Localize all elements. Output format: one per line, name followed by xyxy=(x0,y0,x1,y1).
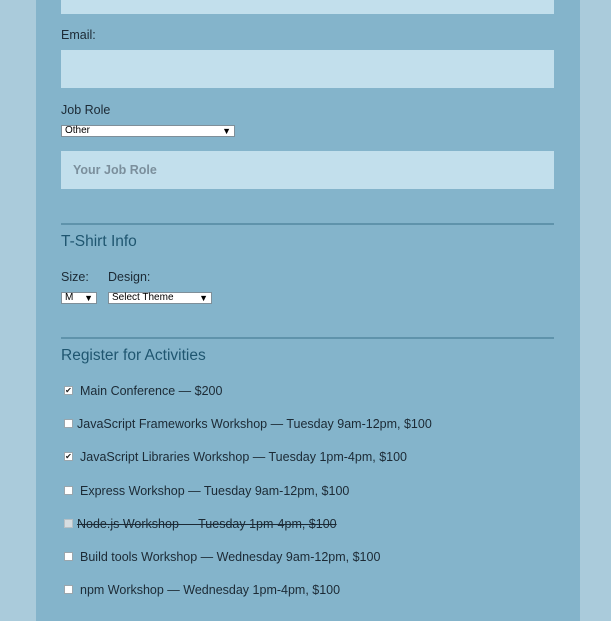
activity-checkbox xyxy=(64,519,73,528)
section-divider xyxy=(61,223,554,225)
design-select[interactable]: Select Theme ▼ xyxy=(108,292,212,304)
job-role-select[interactable]: Other ▼ xyxy=(61,125,235,137)
activity-checkbox[interactable] xyxy=(64,486,73,495)
size-label: Size: xyxy=(61,270,89,284)
design-label: Design: xyxy=(108,270,151,284)
design-selected: Select Theme xyxy=(112,292,174,303)
job-role-field[interactable] xyxy=(61,151,554,189)
activity-checkbox[interactable] xyxy=(64,419,73,428)
activity-checkbox[interactable] xyxy=(64,585,73,594)
section-divider xyxy=(61,337,554,339)
activity-checkbox[interactable] xyxy=(64,552,73,561)
triangle-down-icon: ▼ xyxy=(222,126,231,136)
job-role-label: Job Role xyxy=(61,103,111,117)
triangle-down-icon: ▼ xyxy=(84,293,93,303)
email-field[interactable] xyxy=(61,50,554,88)
size-selected: M xyxy=(65,292,74,303)
activity-label: Node.js Workshop — Tuesday 1pm-4pm, $100 xyxy=(77,517,337,531)
activity-checkbox[interactable]: ✔ xyxy=(64,452,73,461)
activity-checkbox[interactable]: ✔ xyxy=(64,386,73,395)
activity-label: npm Workshop — Wednesday 1pm-4pm, $100 xyxy=(80,583,341,597)
activity-label: Express Workshop — Tuesday 9am-12pm, $10… xyxy=(80,484,350,498)
activities-section-title: Register for Activities xyxy=(61,347,206,364)
activity-label: JavaScript Frameworks Workshop — Tuesday… xyxy=(77,417,432,431)
name-field[interactable] xyxy=(61,0,554,14)
activity-label: Build tools Workshop — Wednesday 9am-12p… xyxy=(80,550,381,564)
form-panel: Email: Job Role Other ▼ T-Shirt Info Siz… xyxy=(36,0,580,621)
job-role-selected: Other xyxy=(65,125,91,136)
activity-label: Main Conference — $200 xyxy=(80,384,223,398)
activity-label: JavaScript Libraries Workshop — Tuesday … xyxy=(80,450,408,464)
tshirt-section-title: T-Shirt Info xyxy=(61,233,137,250)
size-select[interactable]: M ▼ xyxy=(61,292,97,304)
triangle-down-icon: ▼ xyxy=(199,293,208,303)
email-label: Email: xyxy=(61,28,96,42)
